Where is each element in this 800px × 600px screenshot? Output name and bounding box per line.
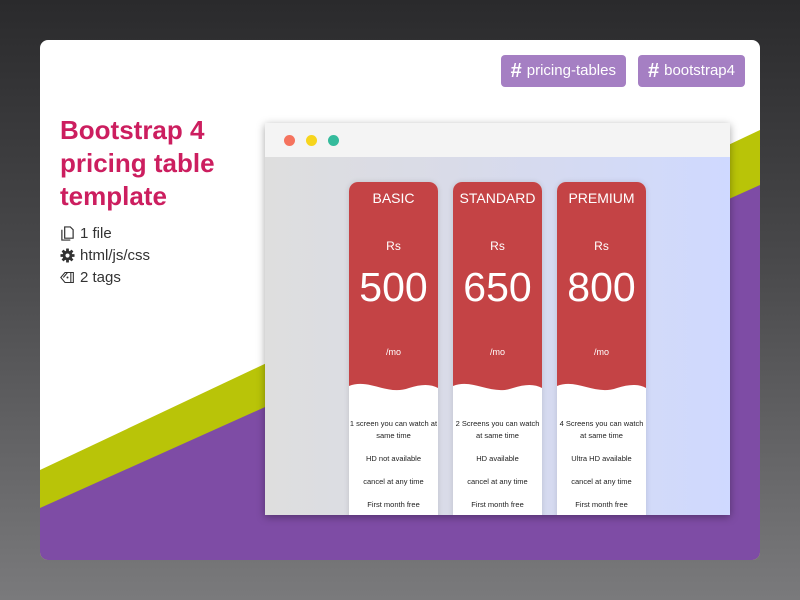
plan-card-basic: BASIC Rs 500 /mo 1 screen you can watch …: [349, 182, 438, 515]
plan-header: PREMIUM Rs 800 /mo: [557, 182, 646, 404]
tag-icon: [60, 271, 74, 283]
plan-period: /mo: [385, 347, 401, 357]
minimize-dot-icon: [306, 135, 317, 146]
wave-divider: [453, 383, 542, 410]
plan-currency: Rs: [490, 239, 505, 253]
plan-card-standard: STANDARD Rs 650 /mo 2 Screens you can wa…: [453, 182, 542, 515]
wave-divider: [349, 383, 438, 410]
plan-features: 4 Screens you can watch at same time Ult…: [557, 418, 646, 515]
page-title[interactable]: Bootstrap 4 pricing table template: [60, 114, 260, 213]
tag-list: # pricing-tables # bootstrap4: [500, 55, 745, 87]
tag-pricing-tables[interactable]: # pricing-tables: [500, 55, 626, 87]
hash-icon: #: [647, 60, 660, 82]
browser-preview[interactable]: BASIC Rs 500 /mo 1 screen you can watch …: [265, 123, 730, 515]
languages-label: html/js/css: [80, 246, 151, 264]
tag-bootstrap4[interactable]: # bootstrap4: [637, 55, 745, 87]
plan-header: STANDARD Rs 650 /mo: [453, 182, 542, 404]
feature-item: 2 Screens you can watch at same time: [455, 419, 540, 440]
feature-item: HD available: [476, 454, 519, 463]
feature-item: First month free: [471, 500, 524, 509]
preview-card: # pricing-tables # bootstrap4 Bootstrap …: [40, 40, 760, 560]
plan-name: STANDARD: [459, 190, 536, 206]
feature-item: cancel at any time: [571, 477, 632, 486]
tags-count: 2 tags: [80, 268, 121, 286]
feature-item: cancel at any time: [467, 477, 528, 486]
file-icon: [61, 225, 74, 241]
tag-label: pricing-tables: [526, 62, 616, 79]
feature-item: cancel at any time: [363, 477, 424, 486]
plan-header: BASIC Rs 500 /mo: [349, 182, 438, 404]
plan-price: 800: [567, 264, 636, 310]
files-count: 1 file: [80, 224, 112, 242]
tag-label: bootstrap4: [664, 62, 735, 79]
plan-features: 2 Screens you can watch at same time HD …: [453, 418, 542, 515]
meta-files: 1 file: [60, 222, 150, 244]
browser-titlebar: [265, 123, 730, 157]
meta-languages: html/js/css: [60, 244, 150, 266]
feature-item: Ultra HD available: [571, 454, 632, 463]
plan-price: 650: [463, 264, 532, 310]
feature-item: First month free: [367, 500, 420, 509]
plan-period: /mo: [593, 347, 609, 357]
close-dot-icon: [284, 135, 295, 146]
plan-card-premium: PREMIUM Rs 800 /mo 4 Screens you can wat…: [557, 182, 646, 515]
meta-tags: 2 tags: [60, 266, 150, 288]
feature-item: 1 screen you can watch at same time: [349, 419, 438, 440]
plan-price: 500: [359, 264, 428, 310]
plan-period: /mo: [489, 347, 505, 357]
gear-icon: [60, 247, 75, 263]
wave-divider: [557, 383, 646, 410]
plan-currency: Rs: [594, 239, 609, 253]
feature-item: 4 Screens you can watch at same time: [559, 419, 644, 440]
meta-list: 1 file html/js/css 2 tags: [60, 222, 150, 288]
maximize-dot-icon: [328, 135, 339, 146]
plan-features: 1 screen you can watch at same time HD n…: [349, 418, 438, 515]
feature-item: First month free: [575, 500, 628, 509]
hash-icon: #: [510, 60, 522, 82]
preview-viewport: BASIC Rs 500 /mo 1 screen you can watch …: [265, 157, 730, 515]
plan-name: PREMIUM: [568, 190, 635, 206]
plan-name: BASIC: [372, 190, 415, 206]
feature-item: HD not available: [365, 454, 422, 463]
plan-currency: Rs: [386, 239, 401, 253]
